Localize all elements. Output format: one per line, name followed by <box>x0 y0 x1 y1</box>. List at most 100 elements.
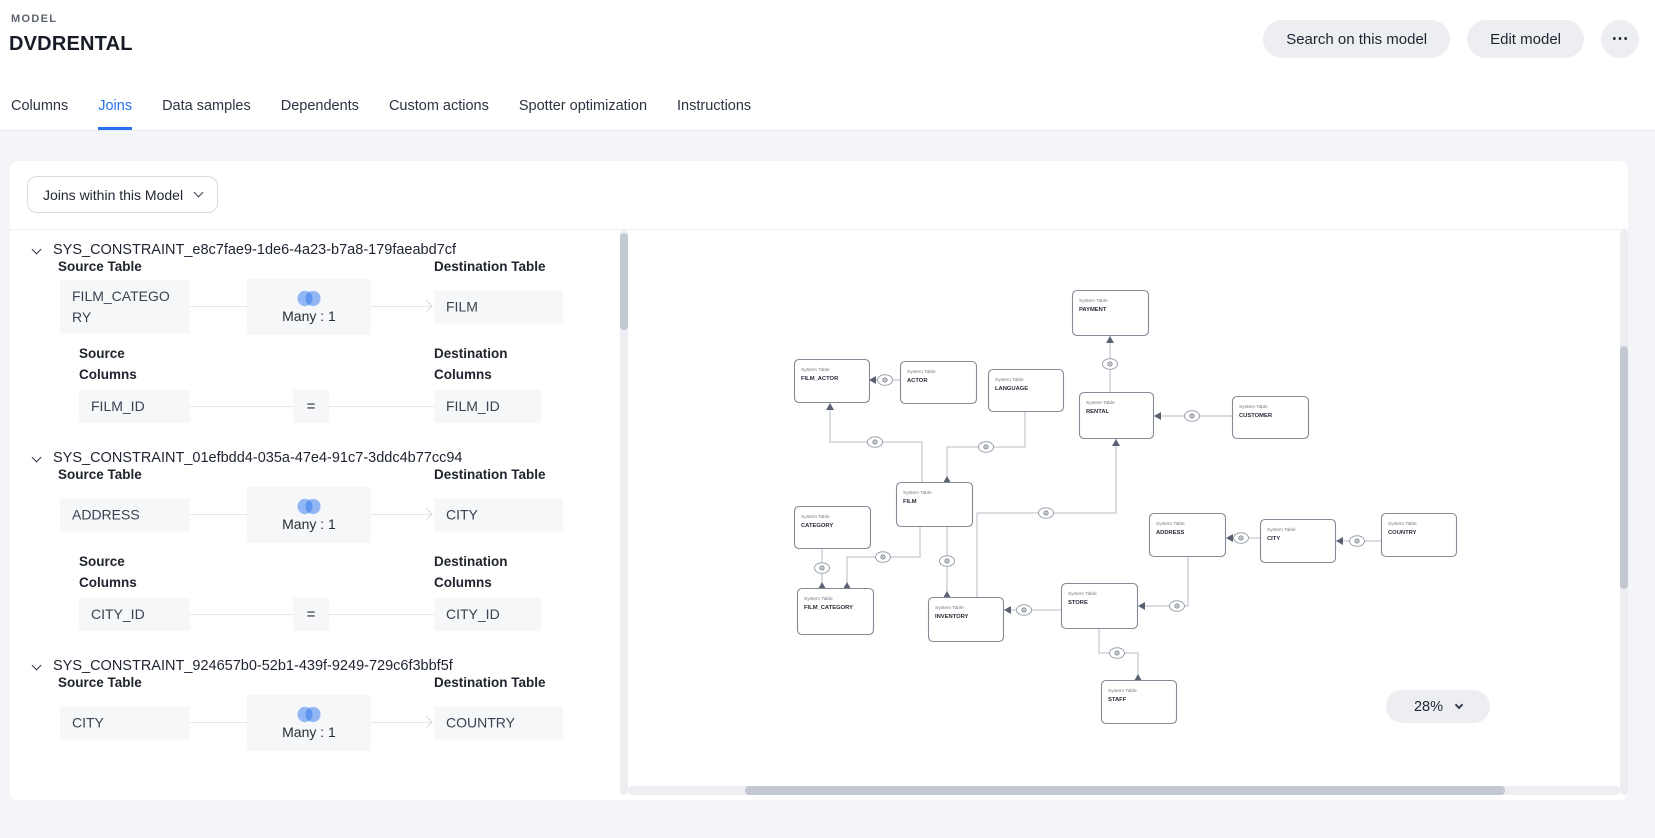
er-table-address[interactable]: System TableADDRESS <box>1150 514 1226 557</box>
tab-bar: Columns Joins Data samples Dependents Custom… <box>11 98 751 130</box>
er-connector-language-film <box>943 411 1025 483</box>
er-table-film_category[interactable]: System TableFILM_CATEGORY <box>798 589 874 635</box>
er-table-inventory[interactable]: System TableINVENTORY <box>929 598 1004 642</box>
er-connector-rental-customer <box>1153 411 1232 422</box>
tab-custom-actions[interactable]: Custom actions <box>389 98 489 130</box>
er-connector-inventory-store <box>1003 605 1061 616</box>
er-table-type-label: System Table <box>1388 521 1417 527</box>
er-table-category[interactable]: System Table CATEGORY <box>795 507 871 549</box>
tab-columns[interactable]: Columns <box>11 98 68 130</box>
source-column-value: FILM_ID <box>79 390 190 423</box>
er-table-type-label: System Table <box>801 367 830 373</box>
crow-foot-arrow-icon <box>1138 602 1145 610</box>
destination-table-label: Destination Table <box>434 673 546 694</box>
source-table-value: FILM_CATEGORY <box>60 280 190 334</box>
er-table-type-label: System Table <box>801 514 830 520</box>
er-table-payment[interactable]: System TablePAYMENT <box>1073 291 1149 336</box>
destination-columns-label: Destination Columns <box>434 552 534 594</box>
joins-scope-dropdown[interactable]: Joins within this Model <box>27 176 218 213</box>
join-line <box>190 514 247 515</box>
join-group-body: Source Table Destination Table FILM_CATE… <box>58 278 563 423</box>
edit-model-button[interactable]: Edit model <box>1467 20 1584 58</box>
er-table-name: RENTAL <box>1086 409 1110 415</box>
destination-table-label: Destination Table <box>434 257 546 278</box>
diagram-zoom-control[interactable]: 28% <box>1386 690 1490 723</box>
venn-join-icon <box>291 290 327 307</box>
join-tables-row: Source Table Destination Table CITY Many… <box>58 694 563 752</box>
crow-foot-arrow-icon <box>1106 336 1114 343</box>
join-line <box>190 614 293 615</box>
er-table-city[interactable]: System TableCITY <box>1261 520 1336 563</box>
crow-foot-arrow-icon <box>1336 537 1343 545</box>
er-table-type-label: System Table <box>1086 400 1115 406</box>
diagram-hscrollbar-thumb[interactable] <box>745 786 1505 795</box>
er-table-name: FILM_CATEGORY <box>804 605 853 611</box>
er-table-name: FILM <box>903 499 917 505</box>
crow-foot-arrow-icon <box>1004 606 1011 614</box>
tab-joins[interactable]: Joins <box>98 98 132 130</box>
er-connector-film_actor-actor <box>869 375 900 386</box>
destination-table-value: FILM <box>434 291 563 324</box>
tab-dependents[interactable]: Dependents <box>281 98 359 130</box>
er-table-country[interactable]: System Table COUNTRY <box>1382 514 1457 557</box>
source-table-label: Source Table <box>58 673 142 694</box>
content-card: Joins within this Model SYS_CONSTRAINT_e… <box>10 161 1628 800</box>
joins-scrollbar-thumb[interactable] <box>620 233 628 330</box>
diagram-vscrollbar-thumb[interactable] <box>1620 346 1628 589</box>
join-group-body: Source Table Destination Table ADDRESS M… <box>58 486 563 631</box>
tab-instructions[interactable]: Instructions <box>677 98 751 130</box>
er-table-rental[interactable]: System Table RENTAL <box>1080 393 1154 439</box>
er-table-name: COUNTRY <box>1388 530 1417 536</box>
er-table-name: STAFF <box>1108 697 1127 703</box>
er-table-staff[interactable]: System TableSTAFF <box>1102 681 1177 724</box>
er-table-actor[interactable]: System TableACTOR <box>901 362 977 404</box>
join-columns-row: FILM_ID = FILM_ID <box>58 390 563 423</box>
er-table-film_actor[interactable]: System TableFILM_ACTOR <box>795 360 870 403</box>
er-table-name: PAYMENT <box>1079 307 1107 313</box>
join-tables-row: Source Table Destination Table ADDRESS M… <box>58 486 563 544</box>
cardinality-box: Many : 1 <box>247 695 371 751</box>
er-table-name: CATEGORY <box>801 523 833 529</box>
source-table-value: CITY <box>60 707 190 740</box>
er-table-customer[interactable]: System TableCUSTOMER <box>1233 397 1309 439</box>
chevron-down-icon <box>32 452 42 462</box>
joins-toolbar: Joins within this Model <box>10 161 1628 229</box>
tab-data-samples[interactable]: Data samples <box>162 98 251 130</box>
er-table-film[interactable]: System TableFILM <box>897 483 973 527</box>
join-constraint-name: SYS_CONSTRAINT_924657b0-52b1-439f-9249-7… <box>53 658 453 674</box>
cardinality-box: Many : 1 <box>247 487 371 543</box>
tab-spotter-optimization[interactable]: Spotter optimization <box>519 98 647 130</box>
source-columns-label: Source Columns <box>79 344 159 386</box>
page-title: DVDRENTAL <box>9 33 133 56</box>
model-kicker: MODEL <box>11 13 57 25</box>
join-column-labels-row: Source Columns Destination Columns <box>58 342 563 388</box>
header-actions: Search on this model Edit model ⋯ <box>1263 20 1639 58</box>
search-on-model-button[interactable]: Search on this model <box>1263 20 1450 58</box>
er-table-name: ACTOR <box>907 378 928 384</box>
equals-operator: = <box>293 598 329 631</box>
er-table-language[interactable]: System TableLANGUAGE <box>989 370 1064 412</box>
chevron-down-icon <box>32 660 42 670</box>
crow-foot-arrow-icon <box>1154 412 1161 420</box>
more-options-button[interactable]: ⋯ <box>1601 20 1639 58</box>
join-arrow-line <box>371 514 432 515</box>
chevron-down-icon <box>194 188 204 198</box>
destination-column-value: FILM_ID <box>434 390 541 423</box>
join-group: SYS_CONSTRAINT_924657b0-52b1-439f-9249-7… <box>33 656 596 752</box>
er-table-type-label: System Table <box>1239 404 1268 410</box>
er-connector-payment-rental <box>1103 335 1118 392</box>
equals-operator: = <box>293 390 329 423</box>
join-constraint-name: SYS_CONSTRAINT_e8c7fae9-1de6-4a23-b7a8-1… <box>53 242 456 258</box>
venn-join-icon <box>291 498 327 515</box>
join-line <box>190 722 247 723</box>
crow-foot-arrow-icon <box>1226 534 1233 542</box>
er-table-type-label: System Table <box>935 605 964 611</box>
er-table-store[interactable]: System TableSTORE <box>1062 584 1138 629</box>
crow-foot-arrow-icon <box>826 403 834 410</box>
join-columns-section: Source Columns Destination Columns CITY_… <box>58 550 563 631</box>
join-line <box>329 406 434 407</box>
er-connector-film_actor-film <box>826 402 922 482</box>
cardinality-label: Many : 1 <box>282 516 336 532</box>
destination-table-value: CITY <box>434 499 563 532</box>
venn-join-icon <box>291 706 327 723</box>
